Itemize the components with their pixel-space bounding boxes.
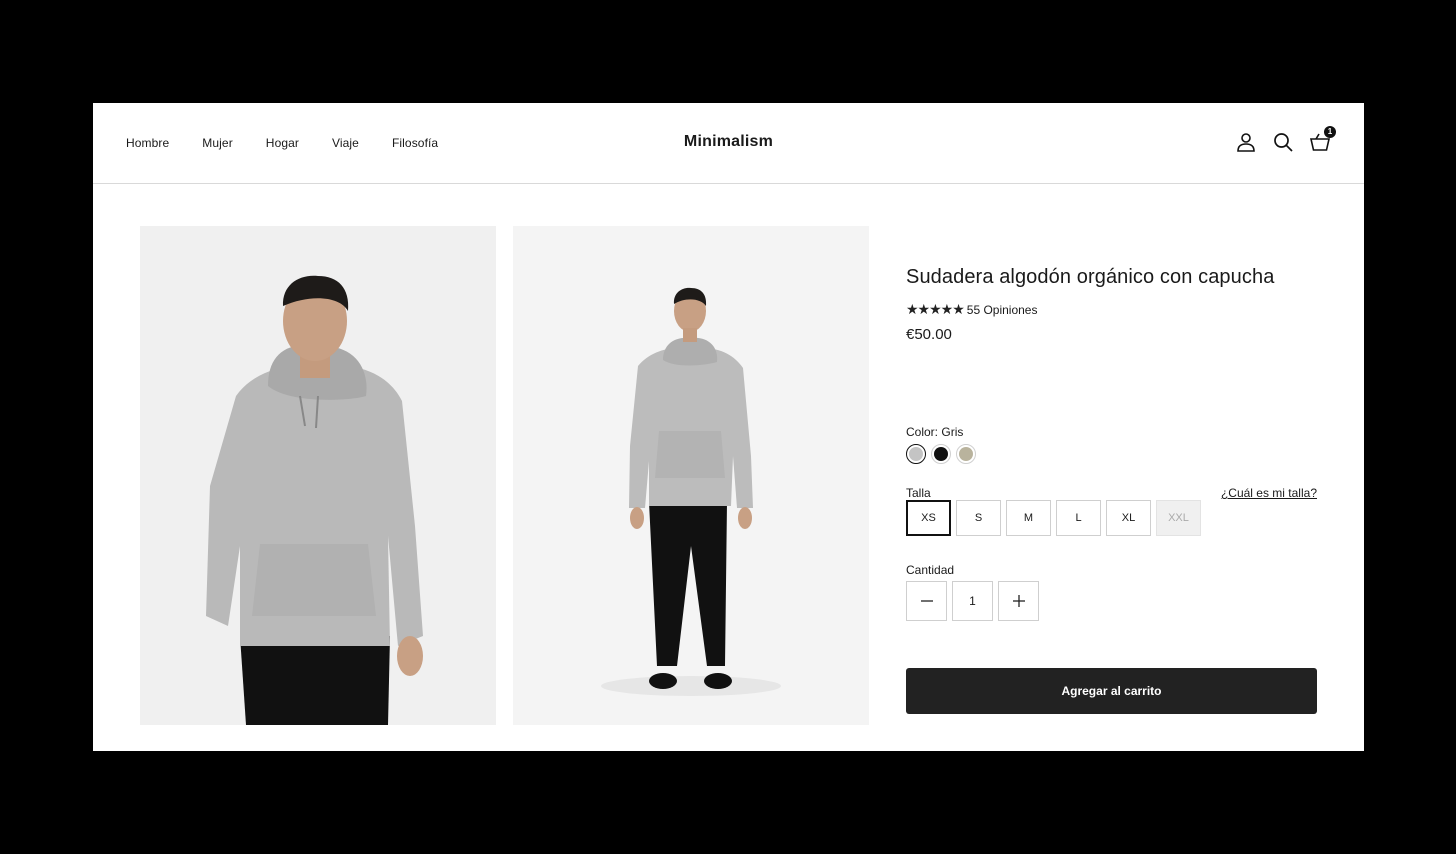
size-option-m[interactable]: M <box>1006 500 1051 536</box>
color-label-text: Color: <box>906 425 939 439</box>
color-value: Gris <box>941 425 964 439</box>
product-info: Sudadera algodón orgánico con capucha ★★… <box>906 266 1317 714</box>
search-icon[interactable] <box>1272 131 1294 153</box>
quantity-stepper: 1 <box>906 581 1039 621</box>
swatch-beige-fill <box>959 447 973 461</box>
page: Hombre Mujer Hogar Viaje Filosofía Minim… <box>93 103 1364 751</box>
product-price: €50.00 <box>906 326 952 343</box>
minus-icon <box>920 600 933 602</box>
increase-quantity-button[interactable] <box>998 581 1039 621</box>
size-option-l[interactable]: L <box>1056 500 1101 536</box>
add-to-cart-button[interactable]: Agregar al carrito <box>906 668 1317 714</box>
product-title: Sudadera algodón orgánico con capucha <box>906 266 1275 288</box>
cart-icon[interactable]: 1 <box>1309 126 1336 153</box>
size-option-xxl[interactable]: XXL <box>1156 500 1201 536</box>
swatch-gris-fill <box>909 447 923 461</box>
brand-logo[interactable]: Minimalism <box>93 133 1364 151</box>
star-rating-icon: ★★★★★ <box>906 301 965 317</box>
swatch-negro-fill <box>934 447 948 461</box>
size-option-s[interactable]: S <box>956 500 1001 536</box>
cart-count-badge: 1 <box>1324 126 1336 138</box>
site-header: Hombre Mujer Hogar Viaje Filosofía Minim… <box>93 103 1364 184</box>
review-count: 55 Opiniones <box>966 302 1038 317</box>
product-rating[interactable]: ★★★★★ 55 Opiniones <box>906 301 1317 318</box>
product-image-front[interactable] <box>140 226 496 725</box>
color-swatches <box>906 444 976 464</box>
size-option-xl[interactable]: XL <box>1106 500 1151 536</box>
quantity-label: Cantidad <box>906 563 955 577</box>
size-option-xs[interactable]: XS <box>906 500 951 536</box>
decrease-quantity-button[interactable] <box>906 581 947 621</box>
color-label: Color: Gris <box>906 425 963 439</box>
size-options: XS S M L XL XXL <box>906 500 1201 536</box>
header-actions: 1 <box>1235 126 1336 153</box>
product-image-full-body[interactable] <box>513 226 869 725</box>
plus-icon <box>1012 595 1025 607</box>
swatch-beige[interactable] <box>956 444 976 464</box>
quantity-input[interactable]: 1 <box>952 581 993 621</box>
size-guide-link[interactable]: ¿Cuál es mi talla? <box>1221 486 1317 500</box>
swatch-negro[interactable] <box>931 444 951 464</box>
swatch-gris[interactable] <box>906 444 926 464</box>
account-icon[interactable] <box>1235 131 1257 153</box>
size-label: Talla <box>906 486 931 500</box>
